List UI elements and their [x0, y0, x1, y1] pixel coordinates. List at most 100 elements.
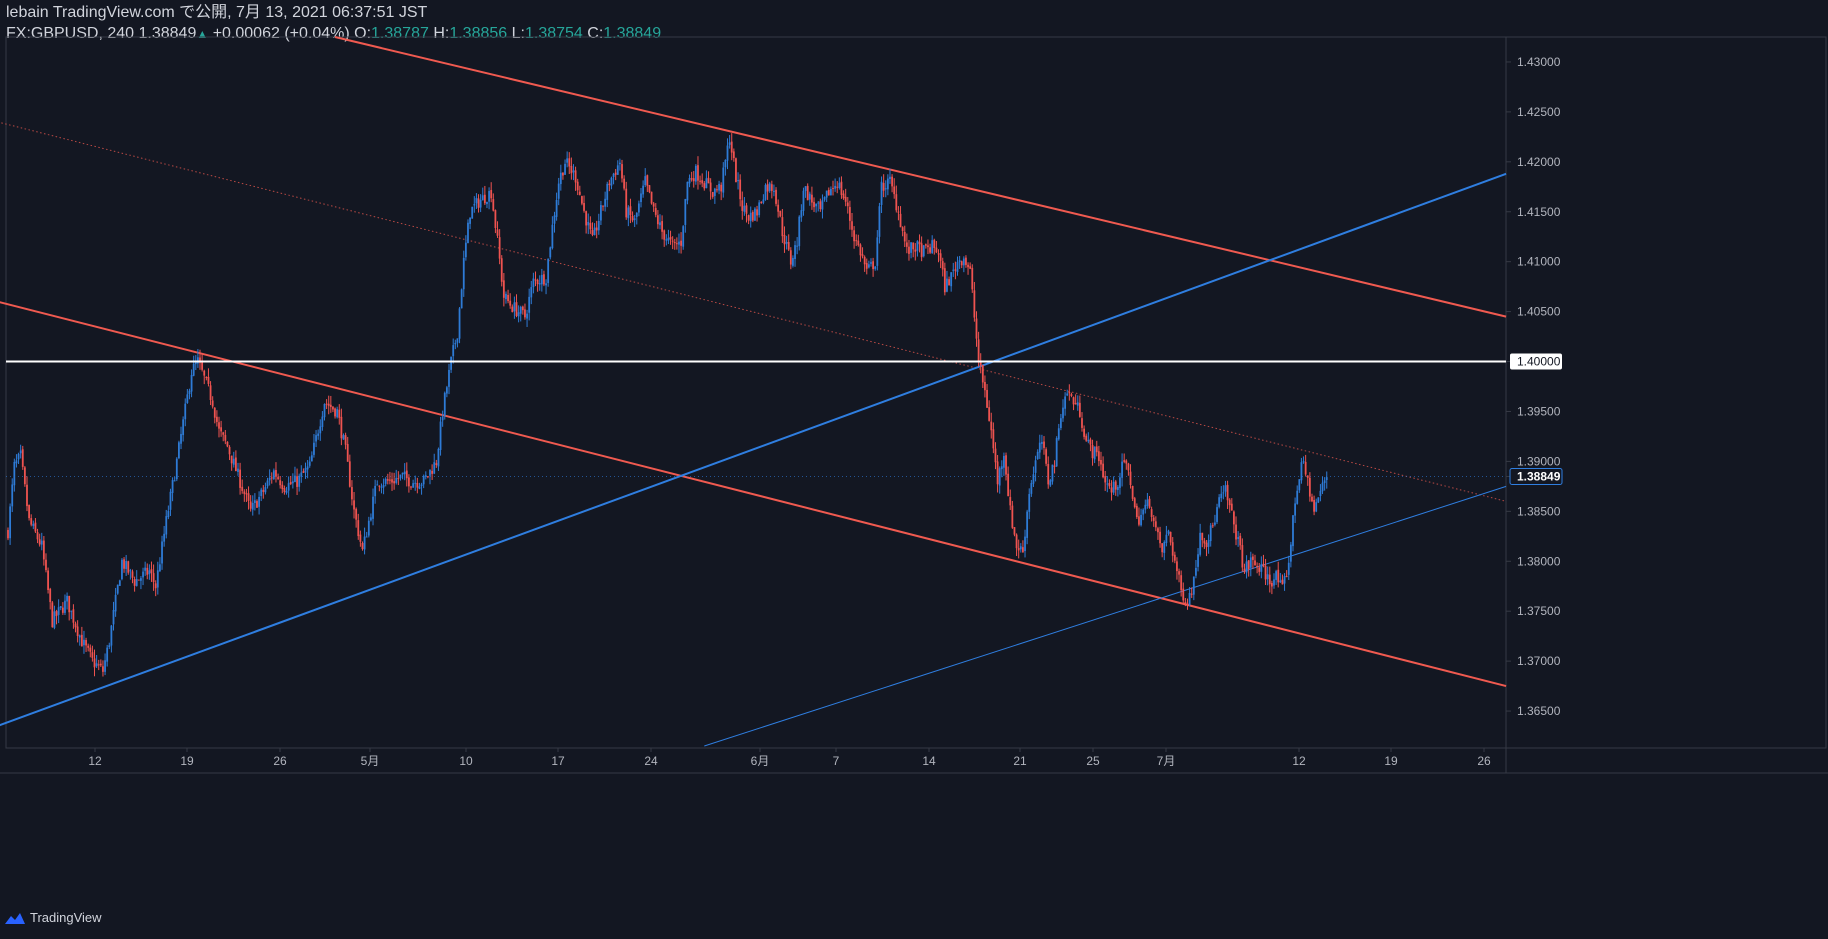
candle-body: [988, 407, 991, 421]
candle-body: [789, 250, 792, 265]
time-label: 19: [180, 754, 194, 768]
candlestick-chart[interactable]: 1.43000 1.42500 1.42000 1.41500 1.41000 1.405…: [0, 0, 1828, 939]
candle-body: [1294, 503, 1296, 516]
candle-body: [313, 442, 315, 455]
candle-body: [384, 478, 387, 484]
candle-body: [1097, 451, 1100, 462]
candle-body: [127, 561, 130, 573]
candle-body: [433, 462, 436, 474]
candle-body: [1167, 530, 1170, 534]
candle-body: [623, 178, 626, 189]
candle-body: [203, 370, 206, 376]
candle-body: [266, 480, 269, 487]
candle-body: [984, 382, 986, 391]
price-label: 1.39000: [1517, 454, 1561, 468]
candle-body: [914, 249, 917, 252]
candle-body: [410, 486, 412, 488]
candle-body: [260, 489, 263, 496]
candle-body: [1176, 561, 1178, 572]
candle-body: [66, 595, 68, 602]
candle-body: [589, 222, 592, 230]
candle-body: [977, 339, 980, 363]
candle-body: [1296, 490, 1299, 504]
candle-body: [1285, 575, 1288, 577]
candle-body: [1017, 548, 1020, 551]
candle-body: [245, 493, 248, 495]
candle-body: [981, 364, 984, 383]
candle-body: [1150, 509, 1153, 517]
candle-body: [17, 453, 20, 460]
candle-body: [505, 293, 507, 300]
candle-body: [1247, 560, 1250, 570]
price-label: 1.38500: [1517, 504, 1561, 518]
candle-body: [304, 468, 307, 473]
candle-body: [1209, 525, 1212, 542]
candle-body: [709, 182, 712, 192]
candle-body: [317, 433, 320, 436]
candle-body: [1154, 521, 1157, 528]
time-axis[interactable]: 12 19 26 5月 10 17 24 6月 7 14 21 25 7月 12 19 26: [88, 748, 1491, 768]
candle-body: [93, 658, 96, 668]
candle-body: [481, 195, 484, 201]
candle-body: [1163, 541, 1166, 553]
candle-body: [899, 213, 902, 228]
trendline-2: [334, 36, 1507, 318]
candle-body: [239, 469, 241, 488]
candle-body: [1235, 524, 1237, 540]
candle-body: [519, 306, 522, 314]
candle-body: [967, 264, 969, 268]
candle-body: [118, 580, 121, 586]
candle-body: [1091, 445, 1094, 459]
candle-body: [102, 666, 104, 672]
candle-body: [619, 162, 621, 165]
price-label: 1.37500: [1517, 604, 1561, 618]
price-axis[interactable]: 1.43000 1.42500 1.42000 1.41500 1.41000 1.405…: [1506, 55, 1563, 718]
trendlines-layer: [0, 36, 1507, 747]
candle-body: [83, 639, 85, 646]
candle-body: [1159, 531, 1161, 544]
candle-body: [391, 479, 393, 483]
candle-body: [922, 245, 925, 257]
candle-body: [479, 199, 482, 208]
candle-body: [507, 294, 509, 302]
candle-body: [1024, 536, 1026, 552]
candle-body: [129, 570, 132, 572]
candle-body: [306, 466, 309, 470]
candle-body: [1030, 483, 1033, 494]
candle-body: [346, 444, 349, 462]
candle-body: [374, 485, 377, 497]
candle-body: [1066, 393, 1069, 396]
candle-body: [735, 158, 737, 183]
candle-body: [1273, 579, 1275, 586]
candle-body: [1169, 531, 1172, 543]
candle-body: [241, 486, 244, 491]
candle-body: [863, 256, 866, 265]
candle-body: [878, 206, 881, 237]
candle-body: [123, 559, 125, 569]
candle-body: [1275, 571, 1278, 580]
candle-body: [659, 222, 661, 226]
candle-body: [682, 226, 685, 247]
candle-body: [420, 484, 423, 486]
candle-body: [207, 376, 210, 384]
candle-body: [728, 142, 731, 145]
candle-body: [787, 242, 790, 250]
candle-body: [889, 176, 891, 180]
candle-body: [460, 289, 463, 309]
candle-body: [298, 475, 301, 487]
candle-body: [1062, 407, 1064, 419]
candle-body: [74, 623, 77, 628]
candle-body: [1112, 481, 1115, 493]
candle-body: [1146, 499, 1149, 506]
candle-body: [359, 534, 362, 542]
candle-body: [1201, 532, 1204, 541]
candle-body: [625, 188, 628, 218]
candle-body: [486, 201, 488, 205]
candle-body: [851, 221, 853, 230]
candle-body: [1127, 463, 1130, 471]
candle-body: [1211, 525, 1214, 527]
candle-body: [950, 272, 953, 287]
candle-body: [918, 241, 921, 245]
price-label: 1.38000: [1517, 554, 1561, 568]
candle-body: [901, 227, 904, 232]
